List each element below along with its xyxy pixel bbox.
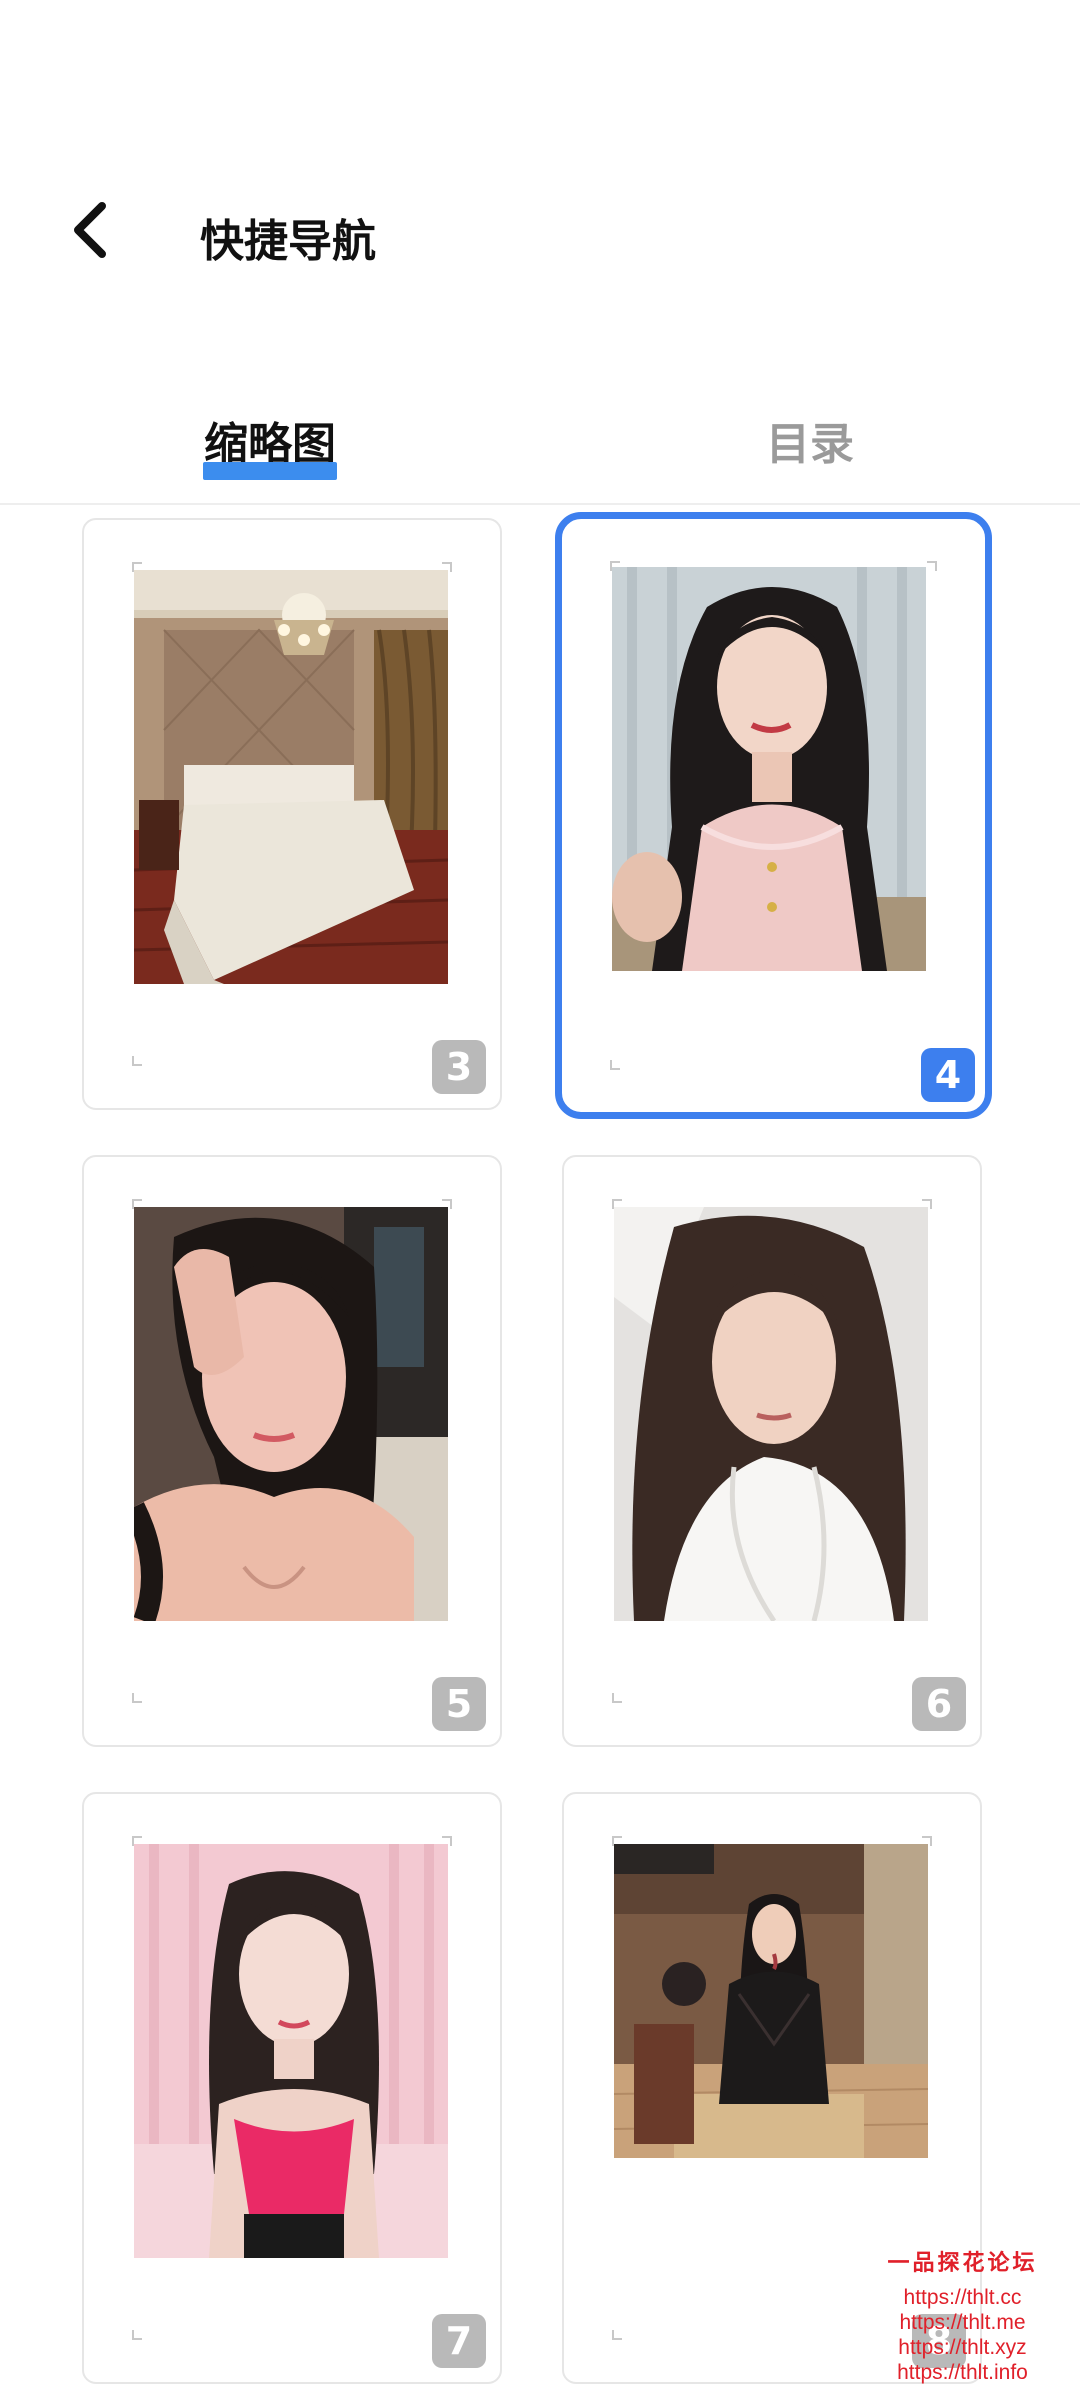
thumbnail-image xyxy=(614,1844,928,2158)
tab-divider xyxy=(0,503,1080,505)
watermark-title: 一品探花论坛 xyxy=(887,2250,1038,2276)
page-number-badge: 7 xyxy=(432,2314,486,2368)
page-number-badge: 4 xyxy=(921,1048,975,1102)
active-tab-indicator xyxy=(203,462,337,480)
watermark: 一品探花论坛 https://thlt.cc https://thlt.me h… xyxy=(855,2245,1070,2385)
thumbnail-image xyxy=(614,1207,928,1621)
thumbnail-grid: 3 4 5 6 7 8 xyxy=(0,512,1080,2400)
crop-mark xyxy=(610,1060,620,1070)
watermark-url: https://thlt.me xyxy=(899,2311,1026,2334)
page-number-badge: 6 xyxy=(912,1677,966,1731)
watermark-url: https://thlt.cc xyxy=(903,2286,1022,2309)
crop-mark xyxy=(132,1056,142,1066)
crop-mark xyxy=(612,2330,622,2340)
chevron-left-icon xyxy=(74,202,106,258)
thumbnail-card[interactable]: 5 xyxy=(82,1155,502,1747)
thumbnail-image xyxy=(134,1844,448,2258)
thumbnail-card[interactable]: 6 xyxy=(562,1155,982,1747)
thumbnail-image xyxy=(134,570,448,984)
quick-navigation-screen: 快捷导航 缩略图 目录 3 4 5 6 7 8 一品探花论坛 https://t… xyxy=(0,0,1080,2400)
crop-mark xyxy=(612,1693,622,1703)
crop-mark xyxy=(132,1693,142,1703)
tab-bar: 缩略图 目录 xyxy=(0,395,1080,505)
watermark-url: https://thlt.xyz xyxy=(898,2336,1027,2359)
thumbnail-card[interactable]: 7 xyxy=(82,1792,502,2384)
thumbnail-image xyxy=(134,1207,448,1621)
back-button[interactable] xyxy=(55,195,125,265)
crop-mark xyxy=(132,2330,142,2340)
watermark-url: https://thlt.info xyxy=(897,2361,1028,2384)
tab-table-of-contents[interactable]: 目录 xyxy=(760,395,860,485)
header: 快捷导航 xyxy=(0,0,1080,360)
thumbnail-image xyxy=(612,567,926,971)
page-title: 快捷导航 xyxy=(200,216,376,267)
page-number-badge: 3 xyxy=(432,1040,486,1094)
page-number-badge: 5 xyxy=(432,1677,486,1731)
thumbnail-card-selected[interactable]: 4 xyxy=(555,512,992,1119)
crop-mark xyxy=(927,561,937,571)
thumbnail-card[interactable]: 3 xyxy=(82,518,502,1110)
